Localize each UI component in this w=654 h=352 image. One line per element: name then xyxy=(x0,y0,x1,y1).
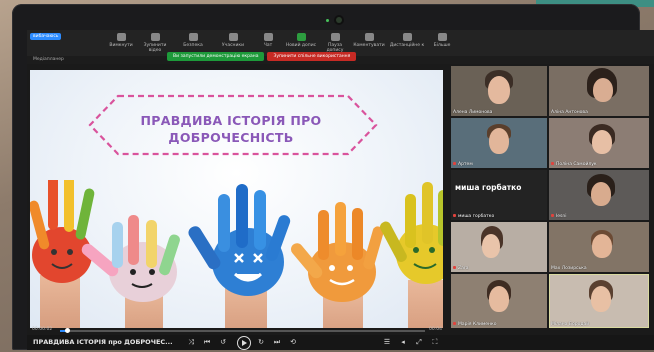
muted-icon xyxy=(453,266,456,269)
pencil-icon xyxy=(364,33,374,41)
participant-name: lesni xyxy=(551,214,566,219)
yellow-hand xyxy=(380,182,443,328)
volume-icon[interactable]: ◂ xyxy=(399,338,407,346)
avatar-face xyxy=(489,286,509,312)
orange-hand xyxy=(291,202,384,328)
participant-tile[interactable]: Марія Клименко xyxy=(451,274,547,328)
time-total: 00:04 xyxy=(429,327,442,332)
muted-icon xyxy=(551,162,554,165)
forward-icon[interactable]: ↻ xyxy=(257,338,265,346)
muted-icon xyxy=(453,214,456,217)
toolbar-mute-button[interactable]: Вимкнути xyxy=(107,33,135,53)
participant-tile[interactable]: Аліна Антонова xyxy=(549,66,649,116)
participant-tile[interactable]: Алена Лимонова xyxy=(451,66,547,116)
participant-name: Мілана Бородай xyxy=(551,322,590,327)
participant-name: Марія Клименко xyxy=(453,322,496,327)
muted-icon xyxy=(453,162,456,165)
camera-led xyxy=(326,19,329,22)
previous-icon[interactable]: ⏮ xyxy=(203,338,211,346)
participant-name: Max Лозирська xyxy=(551,266,587,271)
slide-title-line2: ДОБРОЧЕСНІСТЬ xyxy=(168,130,294,145)
dotted-hand xyxy=(81,215,180,328)
toolbar-new-share-button[interactable]: Новий допис xyxy=(285,33,317,53)
time-elapsed: 00:00:02 xyxy=(32,327,53,332)
webcam xyxy=(336,17,342,23)
menu-icon[interactable]: ☰ xyxy=(383,338,391,346)
slide-title-line1: ПРАВДИВА ІСТОРІЯ ПРО xyxy=(140,113,322,128)
app-indicator[interactable]: вибачаюсь xyxy=(30,33,62,40)
participant-tile[interactable]: Max Лозирська xyxy=(549,222,649,272)
zoom-window: вибачаюсь Вимкнути Зупинити відео Безпек… xyxy=(27,30,654,350)
toolbar-pause-share-button[interactable]: Пауза допису xyxy=(319,33,351,53)
shuffle-icon[interactable]: ⤨ xyxy=(187,338,195,346)
participant-name: Поліна Самойлук xyxy=(551,162,597,167)
participant-name: Аліна Антонова xyxy=(551,110,588,115)
participant-tile[interactable]: Поліна Самойлук xyxy=(549,118,649,168)
share-arrow-icon xyxy=(296,33,306,41)
toolbar-participants-button[interactable]: Учасники xyxy=(215,33,251,53)
stop-share-button[interactable]: Зупинити спільне використання xyxy=(267,52,357,61)
participant-big-name: миша горбатко xyxy=(455,183,522,192)
participant-name: Zara xyxy=(453,266,468,271)
progress-handle[interactable] xyxy=(65,328,70,333)
avatar-face xyxy=(592,130,612,154)
chat-icon xyxy=(263,33,273,41)
rewind-icon[interactable]: ↺ xyxy=(219,338,227,346)
avatar-face xyxy=(593,78,613,102)
avatar-face xyxy=(489,128,509,154)
shared-slide: ПРАВДИВА ІСТОРІЯ ПРО ДОБРОЧЕСНІСТЬ xyxy=(30,70,443,328)
toolbar-annotate-button[interactable]: Коментувати xyxy=(353,33,385,53)
toolbar-chat-button[interactable]: Чат xyxy=(257,33,279,53)
progress-track xyxy=(60,330,425,332)
remote-control-icon xyxy=(402,33,412,41)
camera-icon xyxy=(150,33,160,41)
next-icon[interactable]: ⏭ xyxy=(273,338,281,346)
participant-tile[interactable]: lesni xyxy=(549,170,649,220)
avatar-face xyxy=(488,76,510,104)
video-progress-bar[interactable] xyxy=(30,328,443,333)
avatar-face xyxy=(482,234,500,258)
pause-icon xyxy=(330,33,340,41)
play-icon[interactable] xyxy=(237,336,251,350)
toolbar-remote-control-button[interactable]: Дистанційне к xyxy=(387,33,427,53)
sharing-status-pill: Ви запустили демонстрацію екрана xyxy=(167,52,265,61)
participant-tile[interactable]: Артем xyxy=(451,118,547,168)
participant-name: Алена Лимонова xyxy=(453,110,493,115)
media-title: ПРАВДИВА ІСТОРІЯ про ДОБРОЧЕС... xyxy=(33,338,173,346)
participant-tile[interactable]: миша горбатко миша горбатко xyxy=(451,170,547,220)
participant-gallery: Алена Лимонова Аліна Антонова Артем Полі… xyxy=(451,66,651,334)
toolbar-more-button[interactable]: Більше xyxy=(430,33,454,53)
expand-icon[interactable]: ⛶ xyxy=(431,338,439,346)
toolbar-video-button[interactable]: Зупинити відео xyxy=(137,33,173,53)
fullscreen-icon[interactable]: ⤢ xyxy=(415,338,423,346)
avatar-face xyxy=(591,286,611,312)
participant-name: миша горбатко xyxy=(453,214,494,219)
participant-tile[interactable]: Zara xyxy=(451,222,547,272)
media-control-bar: ПРАВДИВА ІСТОРІЯ про ДОБРОЧЕС... ⤨ ⏮ ↺ ↻… xyxy=(27,335,654,350)
share-status-bar: Ви запустили демонстрацію екрана Зупинит… xyxy=(167,52,357,61)
muted-icon xyxy=(453,322,456,325)
painted-hands-illustration xyxy=(30,180,443,328)
slide-title: ПРАВДИВА ІСТОРІЯ ПРО ДОБРОЧЕСНІСТЬ xyxy=(100,112,362,146)
shield-icon xyxy=(188,33,198,41)
participant-tile-active[interactable]: Мілана Бородай xyxy=(549,274,649,328)
participants-icon xyxy=(228,33,238,41)
participant-name: Артем xyxy=(453,162,473,167)
app-label: вибачаюсь xyxy=(30,33,62,40)
avatar-face xyxy=(592,234,612,258)
more-dots-icon xyxy=(437,33,447,41)
muted-icon xyxy=(551,214,554,217)
toolbar-security-button[interactable]: Безпека xyxy=(177,33,209,53)
blue-hand xyxy=(188,184,291,328)
microphone-icon xyxy=(116,33,126,41)
subbar-label: Медіапланер xyxy=(33,57,64,62)
avatar-face xyxy=(591,182,611,206)
repeat-icon[interactable]: ⟲ xyxy=(289,338,297,346)
